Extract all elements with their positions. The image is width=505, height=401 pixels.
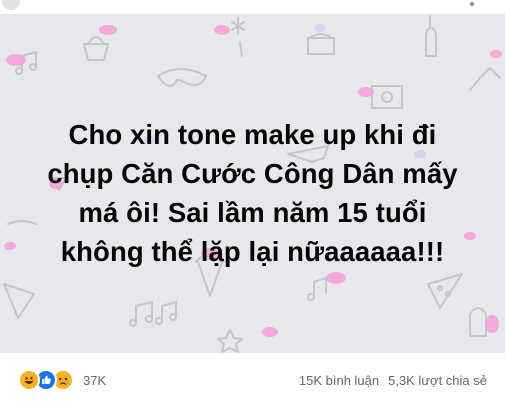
post-text-line: má ôi! Sai lầm năm 15 tuổi xyxy=(78,197,427,228)
post-text-line: Cho xin tone make up khi đi xyxy=(68,119,437,150)
avatar[interactable] xyxy=(2,0,20,10)
haha-icon xyxy=(18,369,40,391)
share-count-link[interactable]: 5,3K lượt chia sẻ xyxy=(388,373,487,388)
reaction-count: 37K xyxy=(83,372,107,388)
reaction-summary[interactable]: 37K xyxy=(18,369,107,391)
post-header-edge xyxy=(0,0,505,14)
post-background: Cho xin tone make up khi đi chụp Căn Cướ… xyxy=(0,14,505,353)
post-stats-bar: 37K 15K bình luận 5,3K lượt chia sẻ xyxy=(0,353,505,401)
post-text-line: chụp Căn Cước Công Dân mấy xyxy=(47,158,458,189)
more-options-icon[interactable] xyxy=(470,2,474,6)
post-text: Cho xin tone make up khi đi chụp Căn Cướ… xyxy=(20,115,485,271)
post-text-line: không thể lặp lại nữaaaaaa!!! xyxy=(60,236,445,267)
comment-count-link[interactable]: 15K bình luận xyxy=(299,373,379,388)
